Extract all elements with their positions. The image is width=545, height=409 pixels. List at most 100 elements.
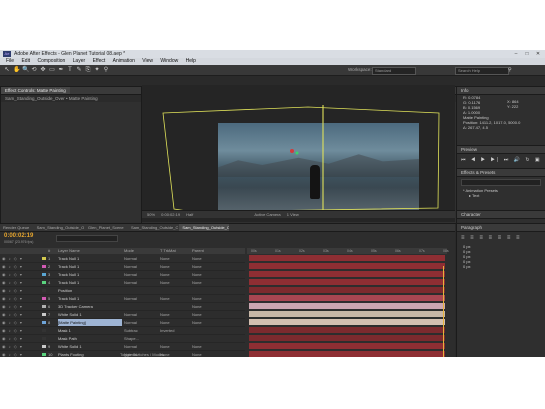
parent-select[interactable]: None <box>192 263 202 270</box>
brush-tool-icon[interactable]: ✎ <box>76 67 82 73</box>
close-button[interactable]: ✕ <box>533 51 543 57</box>
layer-row[interactable]: ◉ ♪ ◇ ▾ 7 White Solid 1 Normal None None <box>0 311 245 319</box>
track-matte[interactable]: None <box>160 271 170 278</box>
parent-select[interactable]: None <box>192 343 202 350</box>
rectangle-tool-icon[interactable]: ▭ <box>49 67 55 73</box>
layer-duration-bar[interactable] <box>249 295 445 301</box>
track-matte[interactable]: None <box>160 311 170 318</box>
align-buttons[interactable]: ≡ ≡ ≡ ≡ ≡ ≡ ≡ <box>457 232 545 244</box>
layer-duration-bar[interactable] <box>249 263 445 269</box>
layer-name[interactable]: [Matte Painting] <box>58 319 122 326</box>
layer-duration-bar[interactable] <box>249 271 445 277</box>
current-time-indicator[interactable] <box>443 266 444 357</box>
tab-timeline-3[interactable]: Sam_Standing_Outside_Over <box>128 224 178 231</box>
tab-effects-presets[interactable]: Effects & Presets <box>457 169 545 177</box>
timeline-search-input[interactable] <box>56 235 118 242</box>
layer-duration-bar[interactable] <box>249 343 445 349</box>
layer-row[interactable]: ◉ ♪ ◇ ▾ 6 3D Tracker Camera None <box>0 303 245 311</box>
tab-character[interactable]: Character <box>457 211 545 219</box>
layer-name[interactable]: White Solid 1 <box>58 343 122 350</box>
layer-number[interactable]: 1 <box>48 255 50 262</box>
layer-duration-bar[interactable] <box>249 279 445 285</box>
label-color-swatch[interactable] <box>42 289 46 292</box>
parent-select[interactable]: None <box>192 279 202 286</box>
label-color-swatch[interactable] <box>42 337 46 340</box>
toggle-switches-modes[interactable]: Toggle Switches / Modes <box>120 352 164 357</box>
track-matte[interactable]: None <box>160 343 170 350</box>
label-color-swatch[interactable] <box>42 313 46 316</box>
label-color-swatch[interactable] <box>42 329 46 332</box>
preset-text[interactable]: ▸ Text <box>457 193 545 198</box>
tab-info[interactable]: Info <box>457 87 545 95</box>
rotate-tool-icon[interactable]: ⟲ <box>31 67 37 73</box>
matte-mask-overlay[interactable] <box>142 85 455 222</box>
tab-render-queue[interactable]: Render Queue <box>0 224 32 231</box>
track-matte[interactable]: None <box>160 295 170 302</box>
parent-select[interactable]: None <box>192 271 202 278</box>
minimize-button[interactable]: – <box>511 51 521 57</box>
parent-select[interactable]: None <box>192 351 202 357</box>
menu-layer[interactable]: Layer <box>73 58 86 65</box>
space-after[interactable]: 0 px <box>457 264 545 269</box>
label-color-swatch[interactable] <box>42 305 46 308</box>
clone-stamp-tool-icon[interactable]: ⎘ <box>85 67 91 73</box>
layer-switches[interactable]: ◉ ♪ ◇ ▾ <box>2 304 42 309</box>
play-icon[interactable]: ▶ <box>481 157 487 163</box>
label-color-swatch[interactable] <box>42 257 46 260</box>
layer-duration-bar[interactable] <box>249 327 445 333</box>
blend-mode[interactable]: Normal <box>124 255 137 262</box>
label-color-swatch[interactable] <box>42 353 46 356</box>
menu-help[interactable]: Help <box>186 58 196 65</box>
layer-duration-bar[interactable] <box>249 319 445 325</box>
menu-composition[interactable]: Composition <box>37 58 65 65</box>
first-frame-icon[interactable]: ⏮ <box>461 157 468 163</box>
camera-tool-icon[interactable]: ✥ <box>40 67 46 73</box>
menu-edit[interactable]: Edit <box>21 58 30 65</box>
layer-number[interactable]: 3 <box>48 271 50 278</box>
track-matte[interactable]: None <box>160 279 170 286</box>
parent-select[interactable]: None <box>192 319 202 326</box>
parent-select[interactable]: None <box>192 303 202 310</box>
track-matte[interactable]: Inverted <box>160 327 174 334</box>
next-frame-icon[interactable]: ▶| <box>491 157 501 163</box>
layer-switches[interactable]: ◉ ♪ ◇ ▾ <box>2 264 42 269</box>
parent-select[interactable]: None <box>192 295 202 302</box>
layer-row[interactable]: ◉ ♪ ◇ ▾ 9 White Solid 1 Normal None None <box>0 343 245 351</box>
layer-name[interactable]: Track Null 1 <box>58 295 122 302</box>
layer-row[interactable]: ◉ ♪ ◇ ▾ Mask Path Shape... <box>0 335 245 343</box>
blend-mode[interactable]: Normal <box>124 343 137 350</box>
layer-name[interactable]: Position <box>58 287 122 294</box>
type-tool-icon[interactable]: T <box>67 67 73 73</box>
blend-mode[interactable]: Shape... <box>124 335 139 342</box>
layer-name[interactable]: Track Null 1 <box>58 279 122 286</box>
layer-name[interactable]: Track Null 1 <box>58 263 122 270</box>
active-camera-select[interactable]: Active Camera <box>254 211 280 218</box>
search-icon[interactable]: ⚲ <box>508 67 512 73</box>
tab-timeline-active[interactable]: Sam_Standing_Outside_Over <box>179 224 230 231</box>
tab-effect-controls[interactable]: Effect Controls: Matte Painting <box>1 87 70 94</box>
layer-row[interactable]: ◉ ♪ ◇ ▾ 5 Track Null 1 Normal None None <box>0 295 245 303</box>
layer-number[interactable]: 9 <box>48 343 50 350</box>
resolution-select[interactable]: Half <box>186 211 193 218</box>
layer-name[interactable]: 3D Tracker Camera <box>58 303 122 310</box>
pen-tool-icon[interactable]: ✒ <box>58 67 64 73</box>
layer-row[interactable]: ◉ ♪ ◇ ▾ Mask 1 Subtrac Inverted <box>0 327 245 335</box>
label-color-swatch[interactable] <box>42 345 46 348</box>
layer-number[interactable]: 10 <box>48 351 52 357</box>
puppet-pin-tool-icon[interactable]: ⚲ <box>103 67 109 73</box>
last-frame-icon[interactable]: ⏭ <box>504 157 511 163</box>
layer-duration-bar[interactable] <box>249 311 445 317</box>
menu-animation[interactable]: Animation <box>113 58 135 65</box>
layer-switches[interactable]: ◉ ♪ ◇ ▾ <box>2 288 42 293</box>
timeline-timecode[interactable]: 0:00:02:19 <box>4 233 33 239</box>
layer-switches[interactable]: ◉ ♪ ◇ ▾ <box>2 256 42 261</box>
menu-window[interactable]: Window <box>160 58 178 65</box>
tab-timeline-1[interactable]: Sam_Standing_Outside_Over <box>34 224 84 231</box>
tab-paragraph[interactable]: Paragraph <box>457 224 545 232</box>
layer-switches[interactable]: ◉ ♪ ◇ ▾ <box>2 296 42 301</box>
layer-name[interactable]: White Solid 1 <box>58 311 122 318</box>
workspace-select[interactable]: Standard <box>372 67 416 75</box>
layer-switches[interactable]: ◉ ♪ ◇ ▾ <box>2 280 42 285</box>
layer-name[interactable]: Track Null 1 <box>58 271 122 278</box>
track-matte[interactable]: None <box>160 263 170 270</box>
